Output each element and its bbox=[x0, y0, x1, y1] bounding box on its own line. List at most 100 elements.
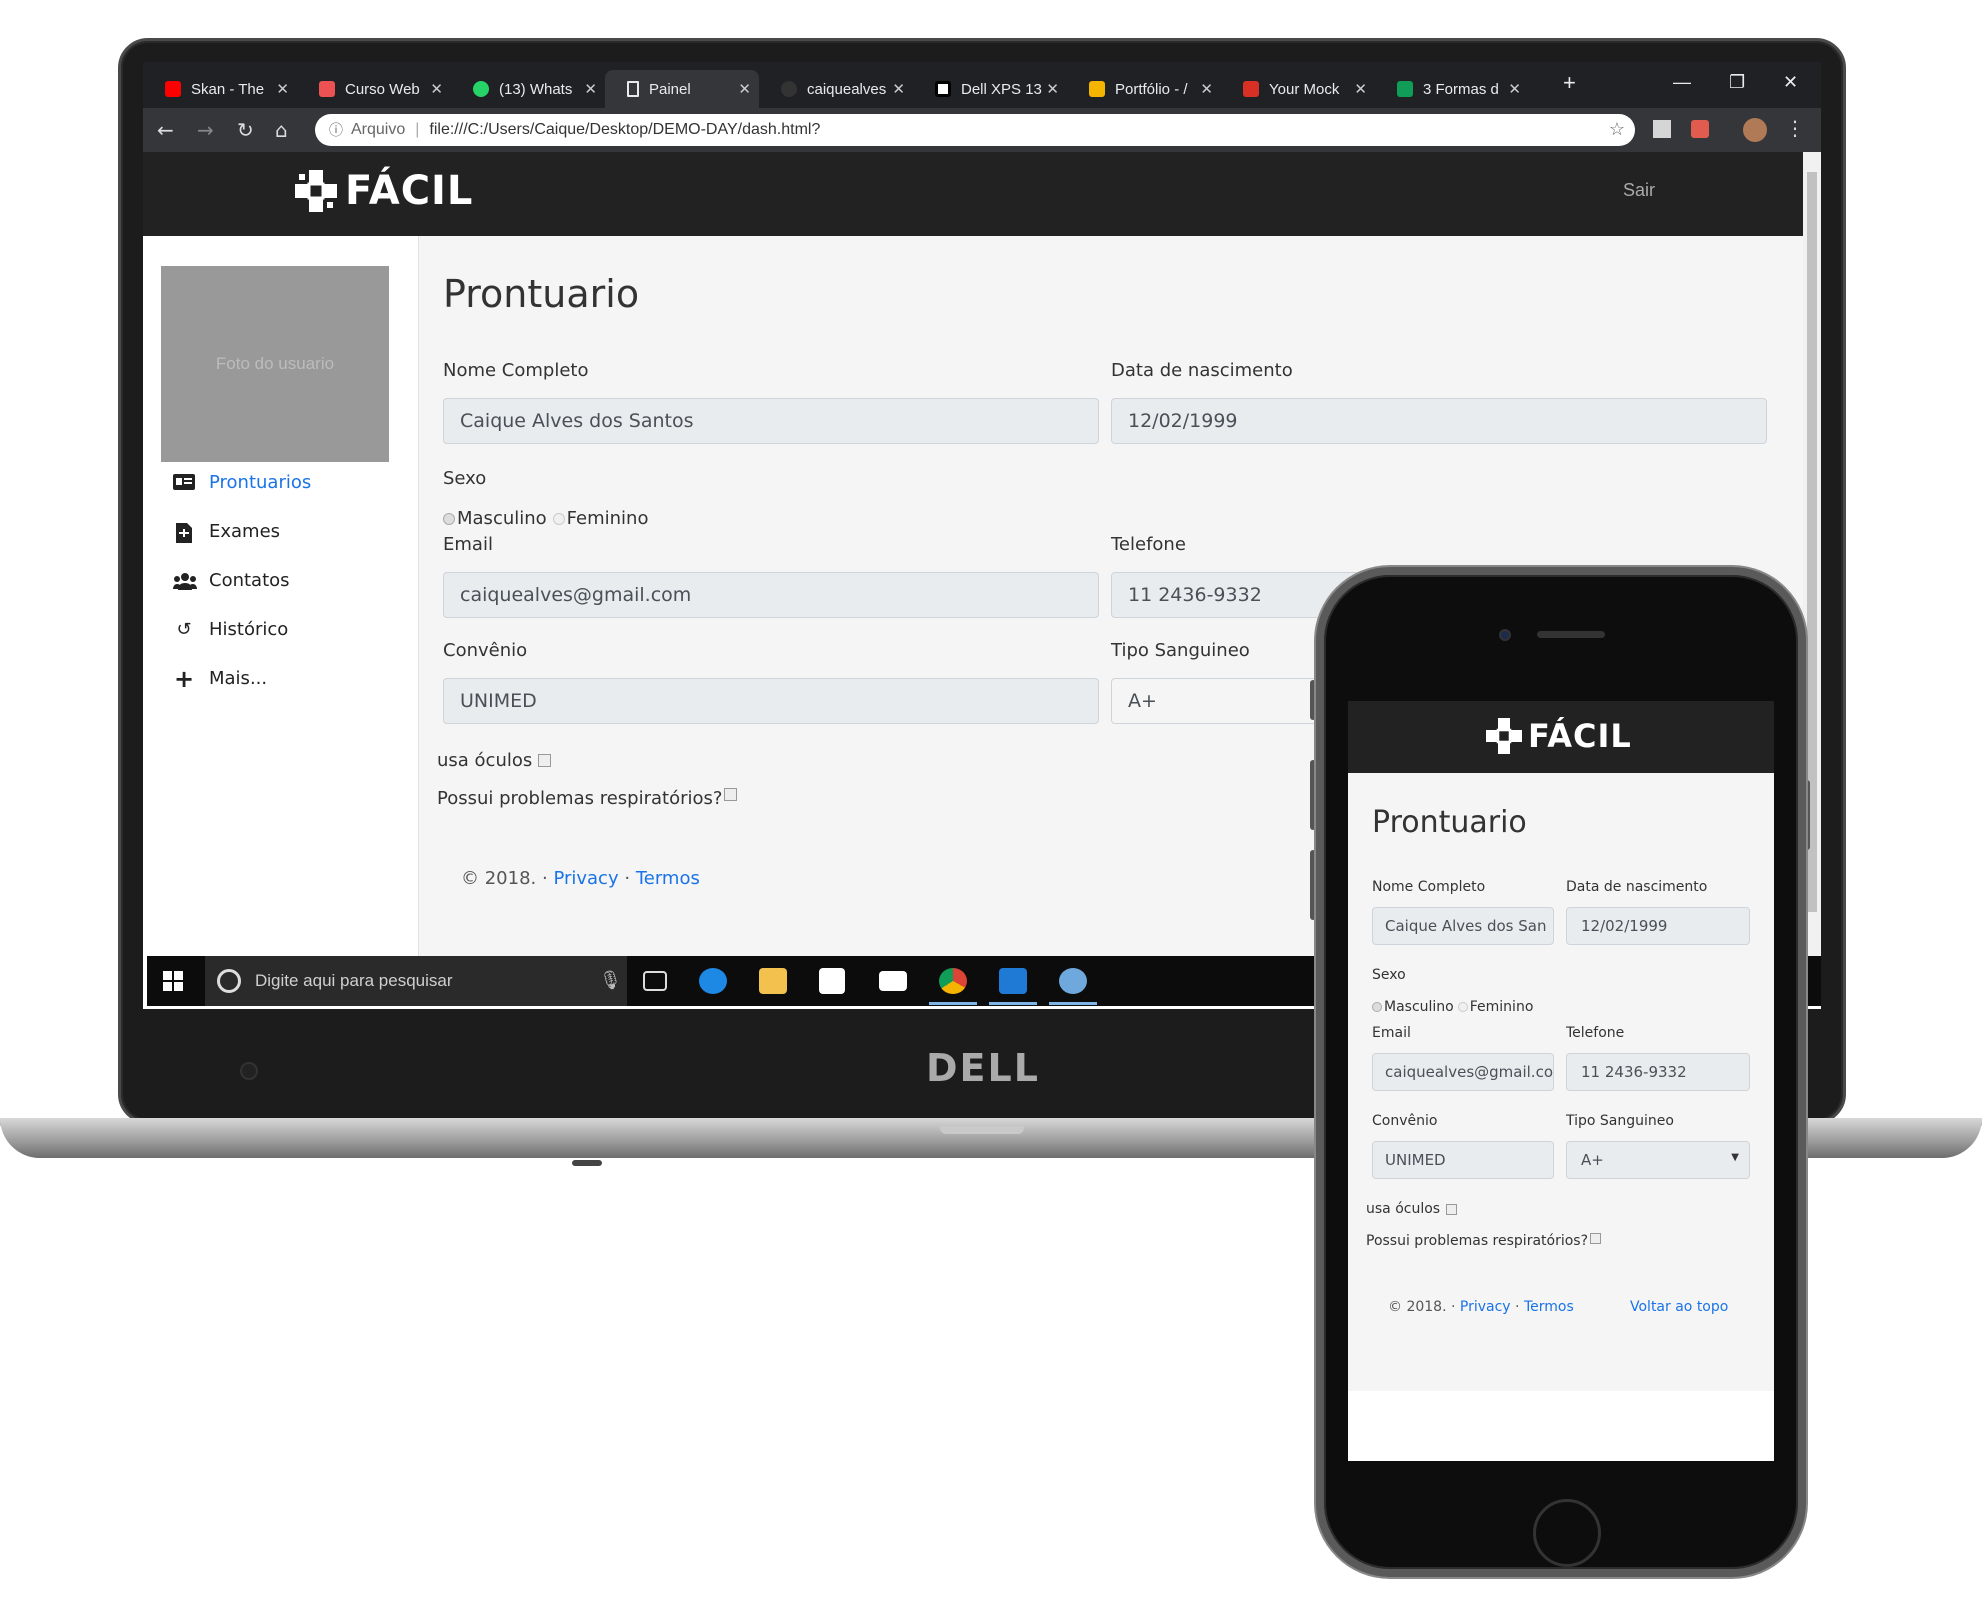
sidebar-item-prontuarios[interactable]: Prontuarios bbox=[173, 472, 311, 493]
terms-link[interactable]: Termos bbox=[636, 868, 700, 889]
github-icon bbox=[781, 81, 797, 97]
sangue-label: Tipo Sanguineo bbox=[1111, 640, 1250, 661]
mobile-telefone-input[interactable]: 11 2436-9332 bbox=[1566, 1053, 1750, 1091]
chevron-down-icon: ▼ bbox=[1731, 1152, 1739, 1163]
oculos-checkbox[interactable] bbox=[538, 754, 552, 767]
microphone-icon[interactable]: 🎙 bbox=[599, 970, 622, 991]
chrome-icon[interactable] bbox=[939, 968, 967, 994]
back-arrow-icon[interactable]: ← bbox=[157, 118, 174, 142]
close-icon[interactable]: ✕ bbox=[276, 80, 289, 98]
close-icon[interactable]: ✕ bbox=[430, 80, 443, 98]
logo-text: FÁCIL bbox=[345, 168, 474, 214]
plus-icon: + bbox=[173, 664, 195, 693]
file-explorer-icon[interactable] bbox=[759, 968, 787, 994]
mobile-oculos-checkbox[interactable] bbox=[1446, 1203, 1458, 1215]
new-tab-button[interactable]: + bbox=[1563, 70, 1576, 96]
app-logo[interactable]: FÁCIL bbox=[295, 168, 473, 214]
close-icon[interactable]: ✕ bbox=[584, 80, 597, 98]
close-icon[interactable]: ✕ bbox=[892, 80, 905, 98]
more-menu-icon[interactable]: ⋮ bbox=[1785, 116, 1805, 140]
paint-icon[interactable] bbox=[1059, 968, 1087, 994]
footer-separator: · bbox=[624, 868, 631, 889]
store-icon[interactable] bbox=[819, 968, 845, 994]
mobile-telefone-label: Telefone bbox=[1566, 1025, 1625, 1041]
mobile-nascimento-label: Data de nascimento bbox=[1566, 879, 1708, 895]
mobile-nome-input[interactable]: Caique Alves dos San bbox=[1372, 907, 1554, 945]
close-icon[interactable]: ✕ bbox=[738, 80, 751, 98]
tab-painel[interactable]: Painel ✕ bbox=[605, 70, 759, 108]
mobile-sangue-select[interactable]: A+ ▼ bbox=[1566, 1141, 1750, 1179]
taskbar-search-input[interactable]: Digite aqui para pesquisar 🎙 bbox=[205, 956, 627, 1006]
close-icon[interactable]: ✕ bbox=[1508, 80, 1521, 98]
sidebar-item-label: Exames bbox=[209, 521, 281, 542]
gmail-icon bbox=[1243, 81, 1259, 97]
respiratorio-checkbox[interactable] bbox=[724, 788, 738, 801]
tab-skan[interactable]: Skan - The ✕ bbox=[143, 70, 297, 108]
mobile-respiratorio-checkbox[interactable] bbox=[1590, 1233, 1602, 1244]
convenio-input[interactable]: UNIMED bbox=[443, 678, 1099, 724]
radio-feminino[interactable] bbox=[552, 512, 565, 525]
sidebar-item-historico[interactable]: ↺ Histórico bbox=[173, 619, 288, 640]
user-photo-placeholder[interactable]: Foto do usuario bbox=[161, 266, 389, 462]
id-card-icon bbox=[173, 473, 195, 492]
document-icon bbox=[627, 81, 639, 97]
bookmark-star-icon[interactable]: ☆ bbox=[1609, 119, 1625, 140]
firefox-icon[interactable] bbox=[699, 968, 727, 994]
sidebar-item-contatos[interactable]: Contatos bbox=[173, 570, 290, 591]
radio-feminino-label: Feminino bbox=[566, 508, 649, 529]
privacy-link[interactable]: Privacy bbox=[553, 868, 618, 889]
mobile-email-input[interactable]: caiquealves@gmail.com bbox=[1372, 1053, 1554, 1091]
logout-link[interactable]: Sair bbox=[1623, 180, 1655, 201]
phone-home-button[interactable] bbox=[1533, 1499, 1601, 1567]
tab-label: Painel bbox=[649, 80, 691, 98]
close-icon[interactable]: ✕ bbox=[1354, 80, 1367, 98]
tab-dell-xps[interactable]: Dell XPS 13 ✕ bbox=[913, 70, 1067, 108]
task-view-icon[interactable] bbox=[643, 971, 667, 991]
radio-masculino[interactable] bbox=[443, 512, 455, 525]
udemy-icon bbox=[319, 81, 335, 97]
mobile-terms-link[interactable]: Termos bbox=[1524, 1299, 1574, 1315]
footer-separator: · bbox=[1515, 1299, 1520, 1315]
nome-input[interactable]: Caique Alves dos Santos bbox=[443, 398, 1099, 444]
reload-icon[interactable]: ↻ bbox=[237, 118, 254, 142]
url-field[interactable]: ⓘ Arquivo | file:///C:/Users/Caique/Desk… bbox=[315, 114, 1635, 146]
tab-label: (13) Whats bbox=[499, 80, 573, 98]
mobile-radio-masculino[interactable] bbox=[1372, 1002, 1382, 1012]
mail-icon[interactable] bbox=[879, 971, 907, 991]
tab-curso-web[interactable]: Curso Web ✕ bbox=[297, 70, 451, 108]
slides-icon bbox=[1089, 81, 1105, 97]
mobile-app-logo[interactable]: FÁCIL bbox=[1486, 717, 1632, 755]
oculos-label: usa óculos bbox=[1366, 1201, 1441, 1217]
users-icon bbox=[173, 572, 197, 590]
security-label: Arquivo bbox=[351, 121, 406, 138]
extension-icon[interactable] bbox=[1691, 120, 1709, 138]
tab-github[interactable]: caiquealves ✕ bbox=[759, 70, 913, 108]
close-icon[interactable]: ✕ bbox=[1200, 80, 1213, 98]
close-window-icon[interactable]: ✕ bbox=[1783, 72, 1798, 93]
home-icon[interactable]: ⌂ bbox=[275, 118, 288, 142]
restore-icon[interactable]: ❐ bbox=[1729, 72, 1745, 93]
nome-label: Nome Completo bbox=[443, 360, 589, 381]
sidebar-item-exames[interactable]: Exames bbox=[173, 521, 281, 543]
tab-gmail[interactable]: Your Mock ✕ bbox=[1221, 70, 1375, 108]
mobile-email-label: Email bbox=[1372, 1025, 1411, 1041]
back-to-top-link[interactable]: Voltar ao topo bbox=[1630, 1299, 1728, 1315]
forward-arrow-icon[interactable]: → bbox=[197, 118, 214, 142]
email-input[interactable]: caiquealves@gmail.com bbox=[443, 572, 1099, 618]
extension-icon[interactable] bbox=[1653, 120, 1671, 138]
tab-formas[interactable]: 3 Formas d ✕ bbox=[1375, 70, 1529, 108]
close-icon[interactable]: ✕ bbox=[1046, 80, 1059, 98]
mobile-nascimento-input[interactable]: 12/02/1999 bbox=[1566, 907, 1750, 945]
info-icon[interactable]: ⓘ bbox=[329, 120, 343, 140]
windows-start-icon[interactable] bbox=[163, 971, 183, 991]
mobile-radio-feminino[interactable] bbox=[1457, 1002, 1468, 1012]
tab-whatsapp[interactable]: (13) Whats ✕ bbox=[451, 70, 605, 108]
mobile-convenio-input[interactable]: UNIMED bbox=[1372, 1141, 1554, 1179]
minimize-icon[interactable]: — bbox=[1673, 72, 1691, 93]
nascimento-input[interactable]: 12/02/1999 bbox=[1111, 398, 1767, 444]
profile-avatar-icon[interactable] bbox=[1743, 118, 1767, 142]
vscode-icon[interactable] bbox=[999, 968, 1027, 994]
sidebar-item-mais[interactable]: + Mais... bbox=[173, 664, 267, 693]
tab-portfolio[interactable]: Portfólio - / ✕ bbox=[1067, 70, 1221, 108]
mobile-privacy-link[interactable]: Privacy bbox=[1460, 1299, 1511, 1315]
